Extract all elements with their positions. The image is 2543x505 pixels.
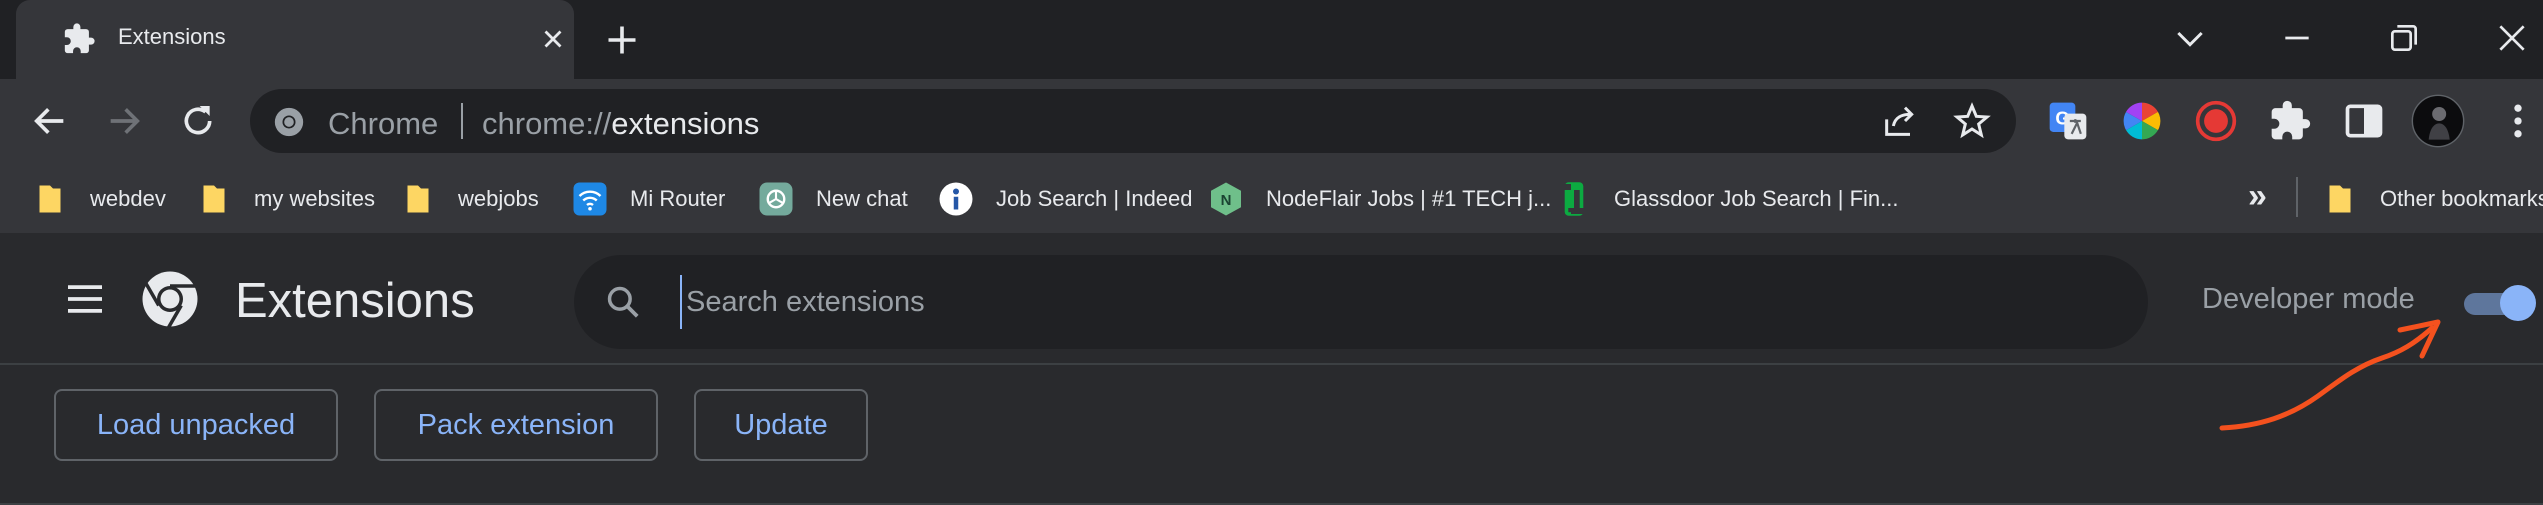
- bookmark-item-my-websites[interactable]: my websites: [196, 179, 375, 219]
- bookmark-star-icon[interactable]: [1952, 101, 1992, 141]
- tab-search-chevron-icon[interactable]: [2170, 18, 2210, 58]
- site-name: Chrome: [328, 106, 439, 141]
- search-icon: [607, 286, 639, 318]
- back-arrow-icon[interactable]: [30, 101, 70, 141]
- puzzle-icon: [64, 23, 95, 54]
- close-icon[interactable]: [538, 24, 568, 54]
- extensions-puzzle-icon[interactable]: [2268, 99, 2312, 143]
- chrome-logo-icon: [274, 107, 304, 137]
- omnibox-divider: [461, 103, 463, 139]
- tab-title: Extensions: [118, 24, 226, 49]
- browser-toolbar: Chrome chrome://extensions G: [0, 79, 2543, 165]
- folder-icon: [407, 185, 429, 213]
- hamburger-menu-icon[interactable]: [64, 282, 106, 316]
- close-window-icon[interactable]: [2492, 18, 2532, 58]
- new-tab-button[interactable]: [604, 22, 640, 58]
- svg-text:N: N: [1221, 192, 1232, 209]
- tab-extensions[interactable]: Extensions: [16, 0, 574, 79]
- bookmarks-bar: webdev my websites webjobs Mi Router New…: [0, 165, 2543, 233]
- glassdoor-icon: [1562, 182, 1586, 216]
- search-box[interactable]: [574, 255, 2148, 349]
- folder-icon: [203, 185, 225, 213]
- bookmark-item-nodeflair[interactable]: N NodeFlair Jobs | #1 TECH j...: [1208, 179, 1551, 219]
- minimize-icon[interactable]: [2277, 18, 2317, 58]
- bookmark-item-webjobs[interactable]: webjobs: [400, 179, 539, 219]
- developer-actions-bar: Load unpacked Pack extension Update: [0, 367, 2543, 505]
- search-input[interactable]: [680, 275, 2080, 329]
- more-bookmarks-chevron-icon[interactable]: »: [2248, 177, 2267, 216]
- google-translate-icon[interactable]: G: [2046, 99, 2090, 143]
- forward-arrow-icon[interactable]: [104, 101, 144, 141]
- developer-mode-label: Developer mode: [2202, 283, 2415, 315]
- bookmarks-divider: [2296, 177, 2298, 217]
- extensions-header: Extensions Developer mode: [0, 233, 2543, 365]
- avatar[interactable]: [2410, 93, 2466, 149]
- openai-icon: [759, 182, 793, 216]
- wifi-icon: [573, 182, 607, 216]
- screen-recorder-icon[interactable]: [2194, 99, 2238, 143]
- bookmark-item-other-bookmarks[interactable]: Other bookmarks: [2322, 179, 2543, 219]
- pack-extension-button[interactable]: Pack extension: [374, 389, 658, 461]
- bookmark-item-mi-router[interactable]: Mi Router: [572, 179, 725, 219]
- update-button[interactable]: Update: [694, 389, 868, 461]
- reload-icon[interactable]: [178, 101, 218, 141]
- side-panel-icon[interactable]: [2342, 99, 2386, 143]
- restore-icon[interactable]: [2384, 18, 2424, 58]
- bookmark-item-new-chat[interactable]: New chat: [758, 179, 908, 219]
- more-options-icon[interactable]: [2496, 99, 2540, 143]
- load-unpacked-button[interactable]: Load unpacked: [54, 389, 338, 461]
- color-picker-icon[interactable]: [2120, 99, 2164, 143]
- developer-mode-toggle[interactable]: [2460, 285, 2536, 321]
- bookmark-item-webdev[interactable]: webdev: [32, 179, 166, 219]
- url-host: extensions: [611, 106, 760, 141]
- url-scheme: chrome://: [482, 106, 612, 141]
- nodeflair-icon: N: [1211, 182, 1241, 216]
- bookmark-item-glassdoor[interactable]: Glassdoor Job Search | Fin...: [1556, 179, 1899, 219]
- share-icon[interactable]: [1880, 101, 1920, 141]
- page-title: Extensions: [235, 274, 475, 328]
- chrome-logo-icon: [142, 271, 198, 329]
- tab-strip: Extensions: [0, 0, 2543, 79]
- indeed-icon: [939, 182, 973, 216]
- folder-icon: [39, 185, 61, 213]
- extensions-page: Extensions Developer mode Load unpacked …: [0, 233, 2543, 505]
- folder-icon: [2329, 185, 2351, 213]
- address-bar[interactable]: Chrome chrome://extensions: [250, 89, 2016, 153]
- url-text[interactable]: chrome://extensions: [482, 106, 759, 142]
- toggle-knob: [2500, 285, 2536, 321]
- bookmark-item-indeed[interactable]: Job Search | Indeed: [938, 179, 1193, 219]
